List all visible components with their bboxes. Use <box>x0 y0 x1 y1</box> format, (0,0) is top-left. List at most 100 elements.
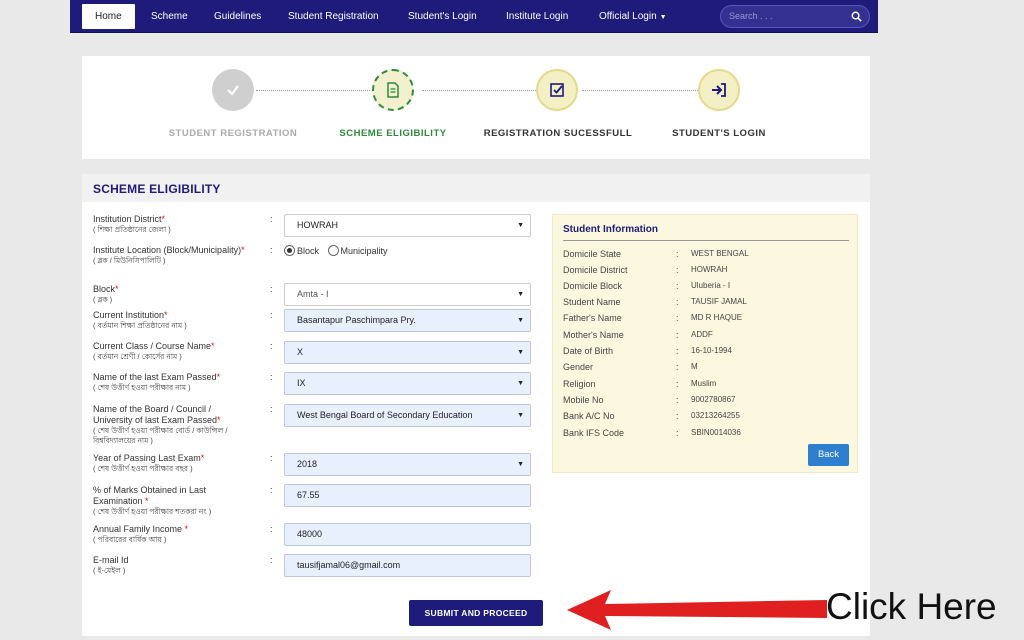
search-input[interactable]: Search . . . <box>729 6 773 27</box>
location-radio-group: Block Municipality <box>284 245 394 257</box>
info-row: Domicile Block: Uluberia - I <box>563 281 853 297</box>
step-4-circle <box>698 69 740 111</box>
info-row: Domicile State: WEST BENGAL <box>563 249 853 265</box>
search-box[interactable]: Search . . . <box>720 5 870 28</box>
info-key: Mobile No <box>563 395 604 405</box>
institution-district-select[interactable]: HOWRAH ▼ <box>284 214 531 237</box>
info-key: Date of Birth <box>563 346 614 356</box>
select-value: Amta - I <box>297 289 329 299</box>
last-exam-select[interactable]: IX ▼ <box>284 372 531 395</box>
divider <box>563 240 849 241</box>
step-1-circle <box>212 69 254 111</box>
label-sub: ( বর্তমান শ্রেণী / কোর্সের নাম ) <box>93 352 182 361</box>
label-text: Name of the Board / Council / University… <box>93 404 218 425</box>
colon: : <box>676 313 679 323</box>
select-value: 2018 <box>297 459 318 469</box>
info-row: Mother's Name: ADDF <box>563 330 853 346</box>
radio-municipality-label: Municipality <box>340 245 388 256</box>
year-passing-select[interactable]: 2018 ▼ <box>284 453 531 476</box>
colon: : <box>676 362 679 372</box>
colon: : <box>270 310 273 320</box>
nav-students-login[interactable]: Student's Login <box>395 0 490 33</box>
select-value: Basantapur Paschimpara Pry. <box>297 315 416 325</box>
label-text: % of Marks Obtained in Last Examination <box>93 485 207 506</box>
block-select[interactable]: Amta - I ▼ <box>284 283 531 306</box>
radio-block[interactable] <box>284 245 295 257</box>
label-sub: ( শিক্ষা প্রতিষ্ঠানের জেলা ) <box>93 225 171 234</box>
nav-guidelines[interactable]: Guidelines <box>201 0 274 33</box>
info-row: Bank A/C No: 03213264255 <box>563 411 853 427</box>
required-mark: * <box>211 341 215 351</box>
info-value: ADDF <box>691 330 713 339</box>
info-value: M <box>691 362 698 371</box>
info-key: Domicile District <box>563 265 628 275</box>
info-key: Gender <box>563 362 594 372</box>
info-value: Uluberia - I <box>691 281 731 290</box>
info-value: 03213264255 <box>691 411 740 420</box>
nav-official-login[interactable]: Official Login ▼ <box>586 0 680 33</box>
search-icon[interactable] <box>851 11 862 22</box>
colon: : <box>270 284 273 294</box>
back-button[interactable]: Back <box>808 444 849 466</box>
colon: : <box>676 265 679 275</box>
info-row: Father's Name: MD R HAQUE <box>563 313 853 329</box>
label-sub: ( শেষ উত্তীর্ণ হওয়া পরীক্ষার বছর ) <box>93 464 193 473</box>
label-board: Name of the Board / Council / University… <box>93 404 253 446</box>
current-class-select[interactable]: X ▼ <box>284 341 531 364</box>
info-value: HOWRAH <box>691 265 728 274</box>
label-text: Current Class / Course Name <box>93 341 212 351</box>
colon: : <box>676 395 679 405</box>
info-row: Student Name: TAUSIF JAMAL <box>563 297 853 313</box>
radio-municipality[interactable] <box>327 245 339 257</box>
label-sub: ( শেষ উত্তীর্ণ হওয়া পরীক্ষার শতকরা নং ) <box>93 507 212 516</box>
label-current-institution: Current Institution*( বর্তমান শিক্ষা প্র… <box>93 310 253 331</box>
colon: : <box>270 341 273 351</box>
marks-input[interactable]: 67.55 <box>284 484 531 507</box>
info-key: Father's Name <box>563 313 622 323</box>
dropdown-arrow-icon: ▼ <box>517 291 524 298</box>
dropdown-arrow-icon: ▼ <box>517 461 524 468</box>
required-mark: * <box>142 496 149 506</box>
label-text: Institute Location (Block/Municipality) <box>93 245 242 255</box>
click-here-annotation: Click Here <box>826 586 997 627</box>
caret-down-icon: ▼ <box>659 14 667 21</box>
label-institute-location: Institute Location (Block/Municipality)*… <box>93 245 253 266</box>
label-text: Annual Family Income <box>93 524 183 534</box>
top-navbar: Home Scheme Guidelines Student Registrat… <box>70 0 878 33</box>
label-institution-district: Institution District*( শিক্ষা প্রতিষ্ঠান… <box>93 214 253 235</box>
select-value: X <box>297 347 304 357</box>
colon: : <box>676 346 679 356</box>
current-institution-select[interactable]: Basantapur Paschimpara Pry. ▼ <box>284 309 531 332</box>
colon: : <box>676 428 679 438</box>
step-connector <box>256 90 370 91</box>
dropdown-arrow-icon: ▼ <box>517 349 524 356</box>
label-email: E-mail Id( ই-মেইল ) <box>93 555 253 576</box>
board-select[interactable]: West Bengal Board of Secondary Education… <box>284 404 531 427</box>
step-2-label: SCHEME ELIGIBILITY <box>339 128 447 139</box>
nav-home[interactable]: Home <box>82 4 135 29</box>
info-row: Date of Birth: 16-10-1994 <box>563 346 853 362</box>
nav-scheme[interactable]: Scheme <box>138 0 201 33</box>
nav-institute-login[interactable]: Institute Login <box>493 0 581 33</box>
info-key: Bank A/C No <box>563 411 615 421</box>
label-text: E-mail Id <box>93 555 129 565</box>
nav-official-login-label: Official Login <box>599 11 657 22</box>
login-icon <box>712 83 726 97</box>
email-input[interactable]: tausifjamal06@gmail.com <box>284 554 531 577</box>
required-mark: * <box>241 245 245 255</box>
label-sub: ( ব্লক ) <box>93 295 113 304</box>
progress-steps: STUDENT REGISTRATION SCHEME ELIGIBILITY … <box>82 56 870 159</box>
scheme-eligibility-card: SCHEME ELIGIBILITY Institution District*… <box>82 174 870 636</box>
info-row: Domicile District: HOWRAH <box>563 265 853 281</box>
colon: : <box>676 330 679 340</box>
family-income-input[interactable]: 48000 <box>284 523 531 546</box>
colon: : <box>270 214 273 224</box>
dropdown-arrow-icon: ▼ <box>517 380 524 387</box>
colon: : <box>270 453 273 463</box>
info-value: Muslim <box>691 379 717 388</box>
info-value: WEST BENGAL <box>691 249 749 258</box>
select-value: West Bengal Board of Secondary Education <box>297 410 473 420</box>
info-value: 16-10-1994 <box>691 346 732 355</box>
submit-and-proceed-button[interactable]: SUBMIT AND PROCEED <box>409 600 543 626</box>
nav-student-registration[interactable]: Student Registration <box>275 0 392 33</box>
